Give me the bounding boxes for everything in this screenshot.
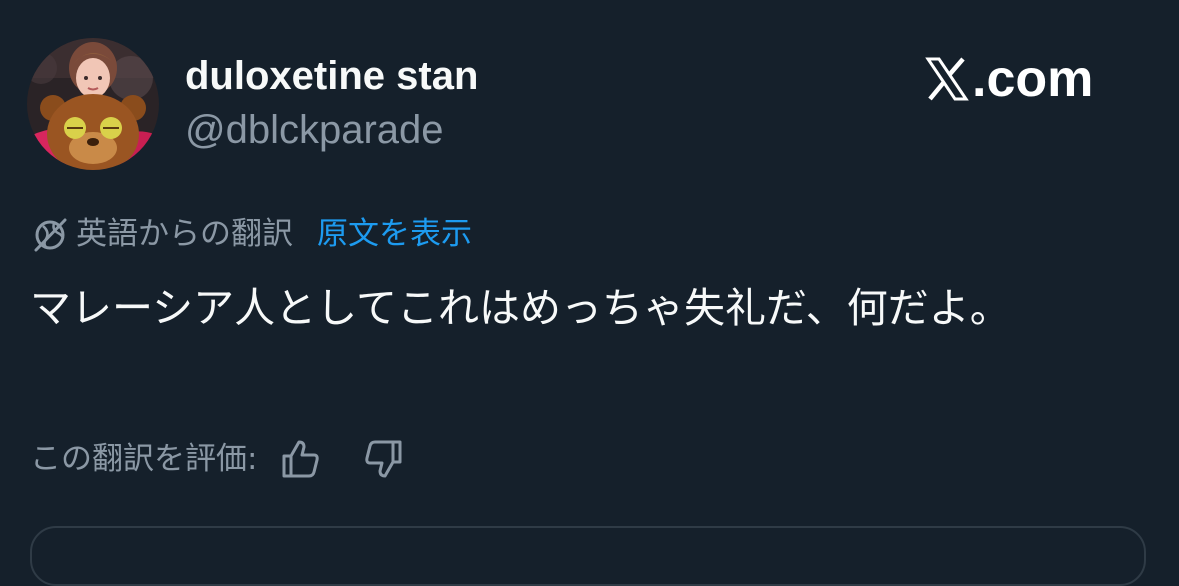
translation-notice: 英語からの翻訳 原文を表示 (30, 212, 472, 256)
translated-from-label: 英語からの翻訳 (76, 216, 293, 252)
show-original-link[interactable]: 原文を表示 (317, 212, 472, 256)
thumbs-up-button[interactable] (277, 435, 325, 483)
avatar[interactable] (27, 38, 159, 170)
display-name[interactable]: duloxetine stan (185, 50, 478, 102)
thumbs-up-icon (282, 440, 320, 478)
brand-domain-text: .com (972, 50, 1094, 108)
brand-logo: .com (924, 50, 1093, 108)
embedded-card[interactable] (30, 526, 1146, 586)
tweet-text: マレーシア人としてこれはめっちゃ失礼だ、何だよ。 (30, 284, 1011, 332)
x-logo-icon (925, 57, 969, 101)
rate-translation-label: この翻訳を評価: (30, 441, 258, 477)
thumbs-down-button[interactable] (359, 435, 407, 483)
globe-icon (34, 218, 67, 252)
thumbs-down-icon (365, 440, 402, 478)
user-handle[interactable]: @dblckparade (185, 104, 444, 156)
translation-rating: この翻訳を評価: (30, 433, 407, 485)
